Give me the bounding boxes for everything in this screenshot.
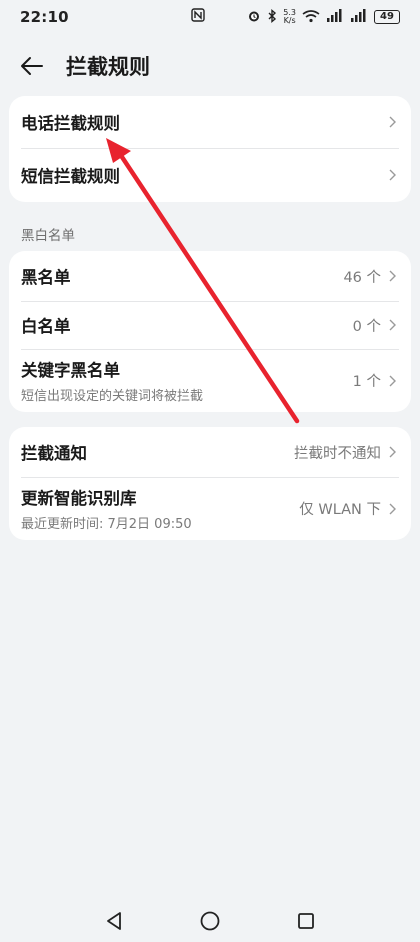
keyword-blacklist-item[interactable]: 关键字黑名单 短信出现设定的关键词将被拦截 1 个 (9, 349, 411, 412)
page-title: 拦截规则 (66, 55, 150, 79)
chevron-right-icon (385, 115, 399, 129)
keyword-blacklist-count: 1 个 (352, 374, 381, 390)
nfc-icon (191, 8, 205, 26)
whitelist-item[interactable]: 白名单 0 个 (9, 301, 411, 349)
status-bar: 22:10 5.3 K/s 49 (0, 0, 420, 34)
back-arrow-icon[interactable] (18, 52, 46, 80)
alarm-icon (247, 9, 261, 26)
blacklist-label: 黑名单 (21, 268, 71, 287)
section-header-blackwhite: 黑白名单 (21, 228, 75, 244)
signal-1-icon (326, 9, 344, 25)
chevron-right-icon (385, 502, 399, 516)
sms-block-rules-label: 短信拦截规则 (21, 167, 120, 186)
signal-2-icon (350, 9, 368, 25)
wifi-icon (302, 9, 320, 26)
chevron-right-icon (385, 445, 399, 459)
chevron-right-icon (385, 374, 399, 388)
chevron-right-icon (385, 168, 399, 182)
block-notification-value: 拦截时不通知 (294, 445, 381, 462)
whitelist-count: 0 个 (352, 318, 381, 335)
title-bar: 拦截规则 (0, 44, 420, 88)
blackwhite-card: 黑名单 46 个 白名单 0 个 关键字黑名单 短信出现设定的关键词将被拦截 1… (9, 251, 411, 412)
status-time: 22:10 (20, 8, 69, 26)
update-library-item[interactable]: 更新智能识别库 最近更新时间: 7月2日 09:50 仅 WLAN 下 (9, 477, 411, 540)
network-speed-unit: K/s (283, 16, 296, 25)
call-block-rules-label: 电话拦截规则 (21, 114, 120, 133)
chevron-right-icon (385, 269, 399, 283)
block-notification-item[interactable]: 拦截通知 拦截时不通知 (9, 427, 411, 477)
call-block-rules-item[interactable]: 电话拦截规则 (9, 96, 411, 148)
block-notification-label: 拦截通知 (21, 444, 87, 463)
notify-card: 拦截通知 拦截时不通知 更新智能识别库 最近更新时间: 7月2日 09:50 仅… (9, 427, 411, 540)
sms-block-rules-item[interactable]: 短信拦截规则 (9, 148, 411, 202)
rules-card: 电话拦截规则 短信拦截规则 (9, 96, 411, 202)
update-library-subtitle: 最近更新时间: 7月2日 09:50 (21, 517, 192, 532)
keyword-blacklist-label: 关键字黑名单 (21, 361, 120, 380)
whitelist-label: 白名单 (21, 317, 71, 336)
system-nav-bar (0, 900, 420, 942)
chevron-right-icon (385, 318, 399, 332)
keyword-blacklist-subtitle: 短信出现设定的关键词将被拦截 (21, 389, 204, 404)
nav-home-circle-icon[interactable] (198, 909, 222, 933)
blacklist-item[interactable]: 黑名单 46 个 (9, 251, 411, 301)
nav-recents-square-icon[interactable] (294, 909, 318, 933)
network-speed: 5.3 K/s (283, 9, 296, 25)
blacklist-count: 46 个 (343, 269, 381, 286)
nav-back-triangle-icon[interactable] (102, 909, 126, 933)
battery-indicator: 49 (373, 10, 400, 24)
bluetooth-icon (267, 8, 277, 26)
update-library-label: 更新智能识别库 (21, 489, 137, 508)
update-library-value: 仅 WLAN 下 (299, 502, 381, 518)
